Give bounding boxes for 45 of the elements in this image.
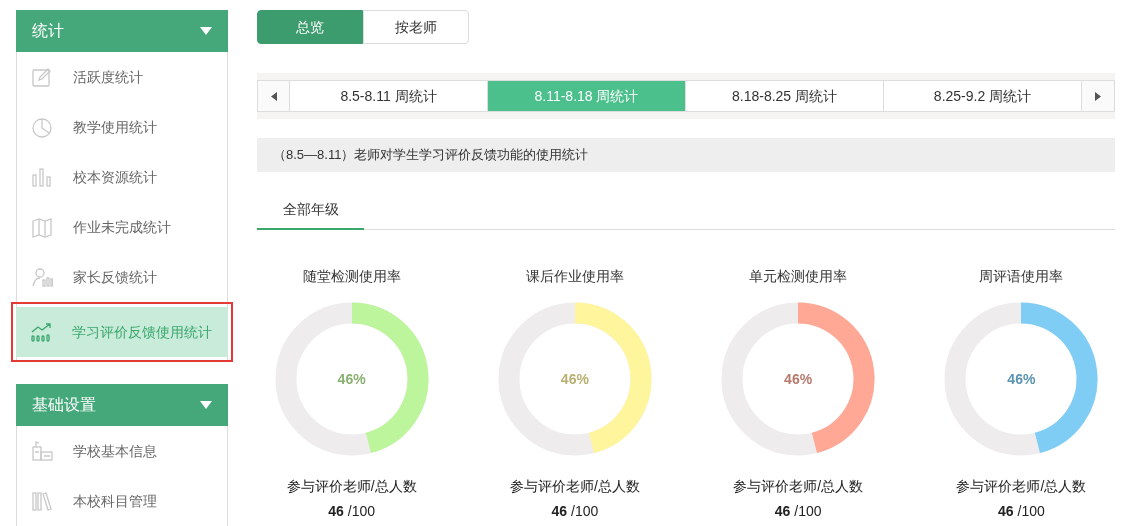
total-count: /100 xyxy=(794,502,822,521)
trend-chart-icon xyxy=(30,321,52,343)
meter-reading: 46% xyxy=(337,369,366,389)
meter-title: 周评语使用率 xyxy=(979,267,1064,286)
meter-caption: 参与评价老师/总人数 xyxy=(509,477,640,496)
section-title: 基础设置 xyxy=(32,395,96,415)
meter-title: 单元检测使用率 xyxy=(749,267,848,286)
pie-chart-icon xyxy=(31,116,53,138)
meter-title: 随堂检测使用率 xyxy=(302,267,401,286)
previous-button[interactable] xyxy=(258,81,290,111)
meter-reading: 46% xyxy=(560,369,589,389)
sidebar-item[interactable]: 校本资源统计 xyxy=(17,152,227,202)
section-title: 统计 xyxy=(32,21,64,41)
total-count: /100 xyxy=(347,502,376,521)
meter-caption: 参与评价老师/总人数 xyxy=(956,477,1087,496)
sidebar-item[interactable]: 活跃度统计 xyxy=(17,52,227,102)
building-icon xyxy=(31,440,53,462)
sidebar-item[interactable]: 本校科目管理 xyxy=(17,476,227,526)
meter-title: 课后作业使用率 xyxy=(525,267,624,286)
sidebar-item[interactable]: 教学使用统计 xyxy=(17,102,227,152)
meter-caption: 参与评价老师/总人数 xyxy=(286,477,417,496)
participant-count: 46 xyxy=(997,502,1014,521)
map-icon xyxy=(31,216,53,238)
left-triangle-icon xyxy=(270,91,277,101)
sidebar-item[interactable]: 学校基本信息 xyxy=(17,426,227,476)
participant-count: 46 xyxy=(551,502,568,521)
total-count: /100 xyxy=(1017,502,1045,521)
books-icon xyxy=(31,490,53,512)
section-title: （8.5—8.11）老师对学生学习评价反馈功能的使用统计 xyxy=(273,146,589,165)
meter-reading: 46% xyxy=(1007,369,1036,389)
next-button[interactable] xyxy=(1082,81,1114,111)
total-count: /100 xyxy=(571,502,599,521)
person-chart-icon xyxy=(31,266,53,288)
view-tab[interactable]: 按老师 xyxy=(363,10,469,44)
view-tab[interactable]: 总览 xyxy=(257,10,363,44)
right-triangle-icon xyxy=(1095,91,1101,101)
participant-count: 46 xyxy=(328,502,344,521)
sidebar-item[interactable]: 家长反馈统计 xyxy=(17,252,227,302)
participant-count: 46 xyxy=(774,502,791,521)
meter-caption: 参与评价老师/总人数 xyxy=(733,477,864,496)
sidebar-item[interactable]: 作业未完成统计 xyxy=(17,202,227,252)
grade-tab[interactable]: 全部年级 xyxy=(257,190,364,230)
meter-reading: 46% xyxy=(784,369,813,389)
pencil-icon xyxy=(31,66,53,88)
bar-chart-icon xyxy=(31,166,53,188)
